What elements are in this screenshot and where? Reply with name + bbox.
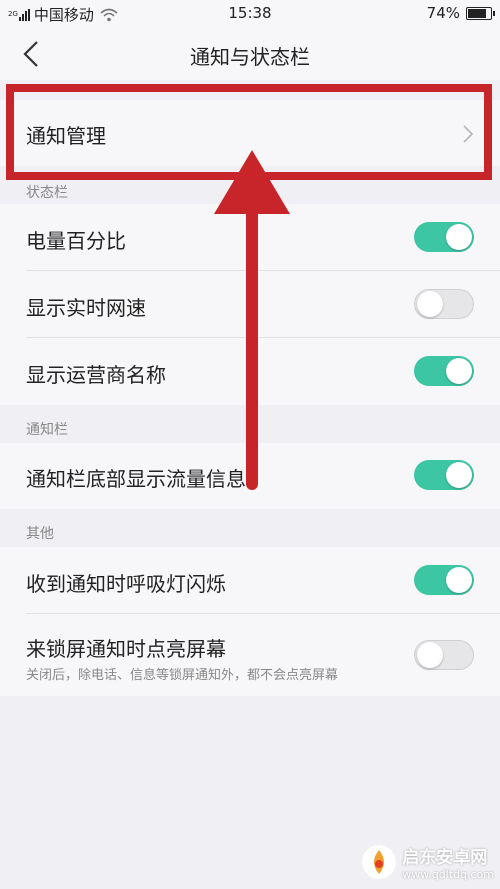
watermark-text: 启东安卓网 www.qdltdq.com	[402, 843, 494, 881]
watermark-logo-icon	[362, 845, 397, 879]
watermark: 启东安卓网 www.qdltdq.com	[362, 843, 494, 881]
arrow-annotation-icon	[214, 150, 290, 490]
watermark-main-text: 启东安卓网	[402, 848, 488, 868]
watermark-sub-text: www.qdltdq.com	[402, 868, 494, 881]
